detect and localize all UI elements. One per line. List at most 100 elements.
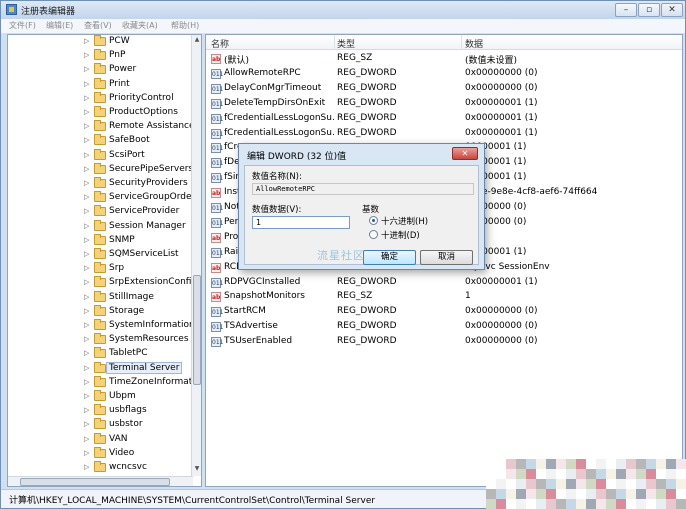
tree-item[interactable]: ▷ Ubpm — [8, 390, 193, 404]
hex-radio[interactable] — [369, 216, 378, 225]
tree-item[interactable]: ▷ TabletPC — [8, 347, 193, 361]
tree-item[interactable]: ▷ SafeBoot — [8, 134, 193, 148]
tree-item[interactable]: ▷ SNMP — [8, 233, 193, 248]
tree-item[interactable]: ▷ StillImage — [8, 290, 193, 305]
tree-item[interactable]: ▷ Power — [8, 63, 193, 77]
expand-arrow-icon[interactable]: ▷ — [84, 179, 89, 187]
list-row[interactable]: ab (默认) REG_SZ (数值未设置) — [206, 52, 682, 67]
tree-item[interactable]: ▷ VAN — [8, 432, 193, 447]
tree-item[interactable]: ▷ SecurePipeServers — [8, 162, 193, 177]
expand-arrow-icon[interactable]: ▷ — [84, 80, 89, 88]
expand-arrow-icon[interactable]: ▷ — [84, 236, 89, 244]
tree-item[interactable]: ▷ usbstor — [8, 418, 193, 432]
expand-arrow-icon[interactable]: ▷ — [84, 151, 89, 159]
list-row[interactable]: ab SnapshotMonitors REG_SZ 1 — [206, 290, 682, 305]
tree-horizontal-scrollbar[interactable] — [8, 476, 193, 486]
tree-item[interactable]: ▷ SystemResources — [8, 333, 193, 347]
maximize-button[interactable]: ▫ — [638, 3, 660, 17]
cancel-button[interactable]: 取消 — [420, 250, 473, 265]
expand-arrow-icon[interactable]: ▷ — [84, 94, 89, 102]
tree-item[interactable]: ▷ Video — [8, 446, 193, 461]
ok-button[interactable]: 确定 — [363, 250, 416, 265]
hex-radio-label[interactable]: 十六进制(H) — [381, 215, 428, 227]
list-row[interactable]: 011 DelayConMgrTimeout REG_DWORD 0x00000000… — [206, 82, 682, 97]
minimize-button[interactable]: – — [615, 3, 637, 17]
tree-item[interactable]: ▷ SQMServiceList — [8, 248, 193, 262]
expand-arrow-icon[interactable]: ▷ — [84, 165, 89, 173]
expand-arrow-icon[interactable]: ▷ — [84, 51, 89, 59]
list-row[interactable]: 011 TSAdvertise REG_DWORD 0x00000000 (0) — [206, 320, 682, 335]
list-row[interactable]: 011 StartRCM REG_DWORD 0x00000000 (0) — [206, 305, 682, 320]
list-row[interactable]: 011 TSUserEnabled REG_DWORD 0x00000000 (0) — [206, 335, 682, 350]
list-row[interactable]: 011 fCredentialLessLogonSu... REG_DWORD 0x0… — [206, 127, 682, 142]
expand-arrow-icon[interactable]: ▷ — [84, 364, 89, 372]
tree-item[interactable]: ▷ PCW — [8, 35, 193, 49]
tree-vertical-scrollbar[interactable]: ▲ ▼ — [191, 35, 201, 476]
registry-tree[interactable]: ▷ wcncsvc ▷ Video ▷ VAN ▷ usbstor ▷ usbflags ▷ Ubpm… — [7, 34, 202, 487]
list-row[interactable]: 011 AllowRemoteRPC REG_DWORD 0x00000000 (0) — [206, 67, 682, 82]
dialog-close-button[interactable]: ✕ — [452, 147, 478, 160]
expand-arrow-icon[interactable]: ▷ — [84, 449, 89, 457]
expand-arrow-icon[interactable]: ▷ — [84, 335, 89, 343]
column-header-type[interactable]: 类型 — [337, 37, 355, 50]
tree-item[interactable]: ▷ PnP — [8, 49, 193, 63]
expand-arrow-icon[interactable]: ▷ — [84, 250, 89, 258]
tree-item[interactable]: ▷ SrpExtensionConfig — [8, 276, 197, 290]
tree-item[interactable]: ▷ Remote Assistance — [8, 120, 195, 134]
expand-arrow-icon[interactable]: ▷ — [84, 136, 89, 144]
expand-arrow-icon[interactable]: ▷ — [84, 65, 89, 73]
expand-arrow-icon[interactable]: ▷ — [84, 463, 89, 471]
dec-radio-label[interactable]: 十进制(D) — [381, 229, 420, 241]
expand-arrow-icon[interactable]: ▷ — [84, 222, 89, 230]
tree-item[interactable]: ▷ Session Manager — [8, 219, 193, 234]
expand-arrow-icon[interactable]: ▷ — [84, 392, 89, 400]
list-row[interactable]: 011 RDPVGCInstalled REG_DWORD 0x00000001 (1… — [206, 276, 682, 291]
tree-item[interactable]: ▷ ProductOptions — [8, 106, 193, 120]
tree-item[interactable]: ▷ Terminal Server — [8, 361, 193, 376]
expand-arrow-icon[interactable]: ▷ — [84, 37, 89, 45]
column-divider[interactable] — [334, 35, 335, 50]
menu-file[interactable]: 文件(F) — [9, 20, 36, 31]
tree-item[interactable]: ▷ ServiceProvider — [8, 205, 193, 219]
expand-arrow-icon[interactable]: ▷ — [84, 406, 89, 414]
menu-favorites[interactable]: 收藏夹(A) — [122, 20, 158, 31]
expand-arrow-icon[interactable]: ▷ — [84, 122, 89, 130]
expand-arrow-icon[interactable]: ▷ — [84, 321, 89, 329]
column-header-data[interactable]: 数据 — [465, 37, 483, 50]
tree-item[interactable]: ▷ wcncsvc — [8, 461, 193, 475]
scroll-up-icon[interactable]: ▲ — [193, 36, 201, 45]
column-header-name[interactable]: 名称 — [211, 37, 229, 50]
dec-radio[interactable] — [369, 230, 378, 239]
tree-item[interactable]: ▷ ServiceGroupOrder — [8, 191, 195, 205]
menu-help[interactable]: 帮助(H) — [171, 20, 199, 31]
tree-item[interactable]: ▷ Srp — [8, 262, 193, 276]
tree-item[interactable]: ▷ Print — [8, 77, 193, 92]
value-data-input[interactable]: 1 — [252, 216, 350, 229]
close-button[interactable]: ✕ — [661, 3, 683, 17]
expand-arrow-icon[interactable]: ▷ — [84, 278, 89, 286]
expand-arrow-icon[interactable]: ▷ — [84, 108, 89, 116]
expand-arrow-icon[interactable]: ▷ — [84, 349, 89, 357]
menu-edit[interactable]: 编辑(E) — [46, 20, 73, 31]
menu-view[interactable]: 查看(V) — [84, 20, 112, 31]
tree-scroll-thumb[interactable] — [193, 275, 201, 385]
expand-arrow-icon[interactable]: ▷ — [84, 293, 89, 301]
list-row[interactable]: 011 DeleteTempDirsOnExit REG_DWORD 0x000000… — [206, 97, 682, 112]
expand-arrow-icon[interactable]: ▷ — [84, 307, 89, 315]
expand-arrow-icon[interactable]: ▷ — [84, 264, 89, 272]
scroll-down-icon[interactable]: ▼ — [193, 465, 201, 474]
tree-item[interactable]: ▷ Storage — [8, 304, 193, 319]
tree-item[interactable]: ▷ PriorityControl — [8, 91, 193, 106]
list-row[interactable]: 011 fCredentialLessLogonSu... REG_DWORD 0x0… — [206, 112, 682, 127]
tree-item[interactable]: ▷ usbflags — [8, 404, 193, 418]
column-divider[interactable] — [461, 35, 462, 50]
tree-item[interactable]: ▷ SecurityProviders — [8, 177, 193, 191]
tree-item[interactable]: ▷ TimeZoneInformation — [8, 375, 201, 390]
tree-item[interactable]: ▷ ScsiPort — [8, 148, 193, 163]
expand-arrow-icon[interactable]: ▷ — [84, 435, 89, 443]
expand-arrow-icon[interactable]: ▷ — [84, 207, 89, 215]
expand-arrow-icon[interactable]: ▷ — [84, 420, 89, 428]
tree-item[interactable]: ▷ SystemInformation — [8, 319, 195, 333]
expand-arrow-icon[interactable]: ▷ — [84, 193, 89, 201]
tree-hscroll-thumb[interactable] — [20, 478, 170, 486]
